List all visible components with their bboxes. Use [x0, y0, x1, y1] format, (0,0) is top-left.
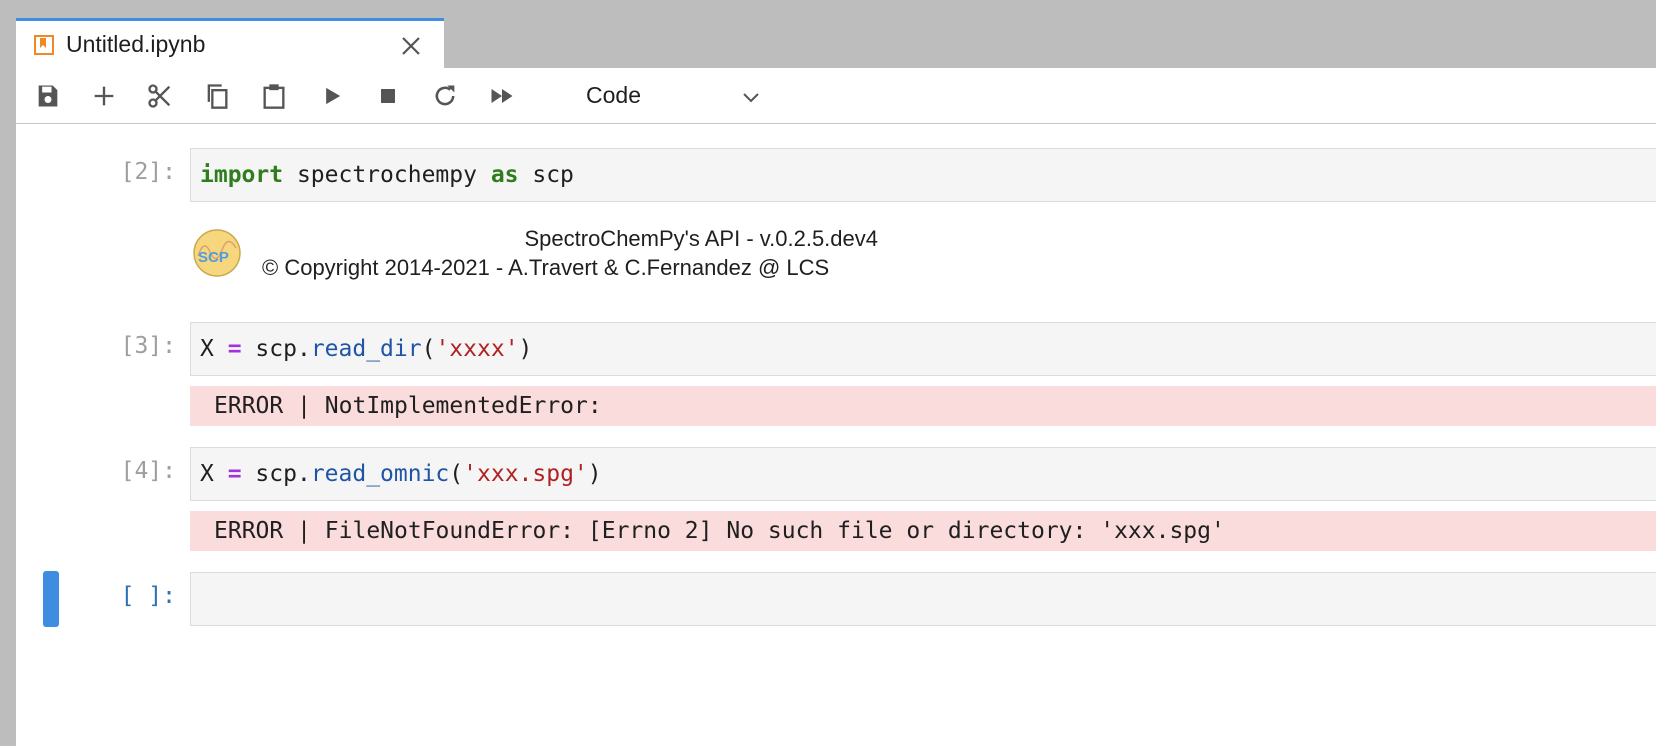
- save-button[interactable]: [32, 80, 64, 112]
- code-cell-input[interactable]: X = scp.read_dir('xxxx'): [190, 322, 1656, 376]
- error-output: ERROR | FileNotFoundError: [Errno 2] No …: [190, 511, 1656, 551]
- cut-icon: [148, 84, 171, 108]
- code-token: 'xxx.spg': [463, 461, 588, 487]
- code-token: read_omnic: [310, 461, 450, 487]
- code-token: import: [200, 162, 284, 188]
- restart-button[interactable]: [429, 80, 461, 112]
- output-text: SpectroChemPy's API - v.0.2.5.dev4 © Cop…: [262, 224, 882, 282]
- error-output: ERROR | NotImplementedError:: [190, 386, 1656, 426]
- fast-forward-icon: [491, 89, 513, 103]
- code-cell-input[interactable]: [190, 572, 1656, 626]
- code-cell-input[interactable]: import spectrochempy as scp: [190, 148, 1656, 202]
- svg-text:SCP: SCP: [198, 249, 229, 266]
- notebook-icon: [34, 35, 54, 55]
- code-token: =: [227, 336, 242, 362]
- code-token: as: [490, 162, 519, 188]
- cell-prompt: [2]:: [120, 159, 176, 185]
- copyright-text: © Copyright 2014-2021 - A.Travert & C.Fe…: [262, 255, 830, 280]
- cell-prompt: [ ]:: [120, 583, 176, 609]
- copy-icon: [207, 84, 228, 109]
- code-token: =: [227, 461, 242, 487]
- code-token: (: [449, 461, 464, 487]
- code-token: (: [421, 336, 436, 362]
- insert-cell-button[interactable]: [88, 80, 120, 112]
- restart-icon: [435, 85, 455, 106]
- tab-title: Untitled.ipynb: [66, 31, 206, 57]
- notebook-tab[interactable]: Untitled.ipynb: [16, 18, 444, 68]
- notebook-panel: Code [2]: import spectrochempy as scp SC…: [16, 68, 1656, 746]
- code-token: ): [518, 336, 533, 362]
- run-button[interactable]: [316, 80, 348, 112]
- cut-button[interactable]: [144, 80, 176, 112]
- cell-prompt: [3]:: [120, 333, 176, 359]
- run-icon: [326, 87, 341, 105]
- paste-icon: [263, 84, 285, 109]
- code-token: ): [587, 461, 602, 487]
- copy-button[interactable]: [201, 80, 233, 112]
- code-token: X: [200, 336, 228, 362]
- tab-bar: Untitled.ipynb: [0, 0, 1656, 68]
- save-icon: [38, 85, 58, 107]
- code-token: scp.: [241, 461, 311, 487]
- chevron-down-icon: [743, 93, 759, 103]
- notebook-toolbar: Code: [16, 68, 1656, 124]
- code-cell-input[interactable]: X = scp.read_omnic('xxx.spg'): [190, 447, 1656, 501]
- cell-type-label: Code: [586, 82, 641, 108]
- code-token: scp.: [241, 336, 311, 362]
- paste-button[interactable]: [258, 80, 290, 112]
- run-all-button[interactable]: [486, 80, 518, 112]
- stop-icon: [381, 89, 395, 103]
- close-icon[interactable]: [400, 35, 422, 57]
- code-token: spectrochempy: [283, 162, 491, 188]
- plus-icon: [94, 86, 114, 106]
- code-token: X: [200, 461, 228, 487]
- code-token: 'xxxx': [435, 336, 519, 362]
- api-version-text: SpectroChemPy's API - v.0.2.5.dev4: [524, 226, 878, 251]
- stop-button[interactable]: [372, 80, 404, 112]
- cell-prompt: [4]:: [120, 458, 176, 484]
- code-token: scp: [518, 162, 574, 188]
- code-token: read_dir: [310, 336, 422, 362]
- spectrochempy-logo: SCP: [193, 229, 241, 277]
- cell-type-dropdown[interactable]: Code: [584, 78, 764, 114]
